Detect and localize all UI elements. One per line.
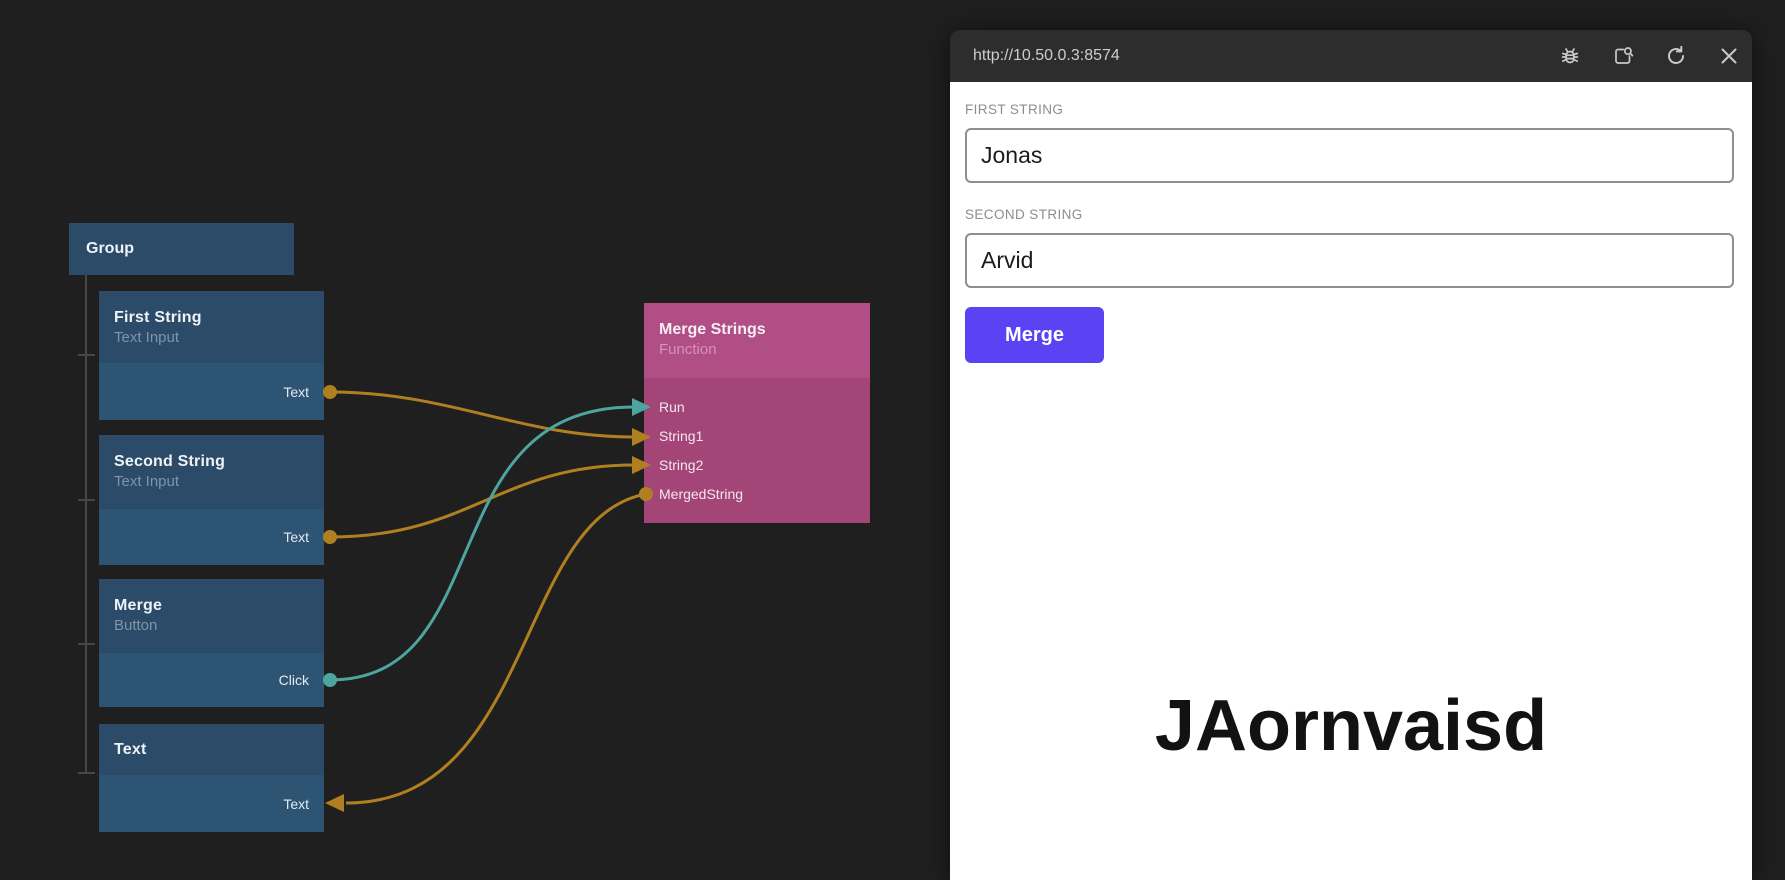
port-dot-secondstring-text[interactable] [323, 530, 337, 544]
node-subtitle: Text Input [114, 472, 324, 492]
node-group[interactable]: Group [69, 223, 294, 275]
node-title: Text [114, 739, 324, 760]
node-merge-button-ports: Click [99, 653, 324, 707]
node-title: Merge [114, 595, 324, 616]
preview-content: FIRST STRING SECOND STRING Merge JAornva… [950, 82, 1752, 880]
port-string2[interactable]: String2 [644, 450, 870, 479]
tree-connector-stub [78, 643, 95, 645]
close-icon[interactable] [1717, 44, 1741, 68]
merged-result-text: JAornvaisd [950, 685, 1752, 767]
node-second-string-ports: Text [99, 509, 324, 565]
refresh-icon[interactable] [1664, 44, 1688, 68]
node-merge-strings-ports: Run String1 String2 MergedString [644, 378, 870, 523]
wire-mergedstring-to-text [346, 494, 646, 803]
node-group-title: Group [86, 240, 134, 258]
port-dot-firststring-text[interactable] [323, 385, 337, 399]
port-label-text-input[interactable]: Text [283, 796, 309, 812]
second-string-label: SECOND STRING [965, 207, 1083, 222]
node-title: First String [114, 307, 324, 328]
tree-connector-vertical [85, 275, 87, 773]
tree-connector-stub [78, 499, 95, 501]
node-second-string[interactable]: Second String Text Input Text [99, 435, 324, 565]
node-merge-button[interactable]: Merge Button Click [99, 579, 324, 707]
node-merge-button-header: Merge Button [99, 579, 324, 653]
wire-firststring-to-string1 [330, 392, 634, 437]
preview-header: http://10.50.0.3:8574 [950, 30, 1752, 82]
port-mergedstring[interactable]: MergedString [644, 479, 870, 508]
port-dot-merge-click[interactable] [323, 673, 337, 687]
preview-panel: http://10.50.0.3:8574 [950, 30, 1752, 880]
tree-connector-stub [78, 772, 95, 774]
node-title: Second String [114, 451, 324, 472]
node-subtitle: Text Input [114, 328, 324, 348]
port-string1[interactable]: String1 [644, 421, 870, 450]
port-label-text-output[interactable]: Text [283, 384, 309, 400]
second-string-input[interactable] [965, 233, 1734, 288]
node-merge-strings[interactable]: Merge Strings Function Run String1 Strin… [644, 303, 870, 523]
merge-button[interactable]: Merge [965, 307, 1104, 363]
wire-secondstring-to-string2 [330, 465, 634, 537]
first-string-label: FIRST STRING [965, 102, 1063, 117]
open-preview-icon[interactable] [1611, 44, 1635, 68]
node-merge-strings-header: Merge Strings Function [644, 303, 870, 378]
wire-click-to-run [330, 407, 634, 680]
node-first-string-ports: Text [99, 363, 324, 420]
debug-icon[interactable] [1558, 44, 1582, 68]
port-label-click-output[interactable]: Click [279, 672, 309, 688]
node-text-ports: Text [99, 775, 324, 832]
node-first-string-header: First String Text Input [99, 291, 324, 363]
port-label-text-output[interactable]: Text [283, 529, 309, 545]
node-first-string[interactable]: First String Text Input Text [99, 291, 324, 420]
node-second-string-header: Second String Text Input [99, 435, 324, 509]
tree-connector-stub [78, 354, 95, 356]
app-window: Group First String Text Input Text Secon… [0, 0, 1785, 880]
first-string-input[interactable] [965, 128, 1734, 183]
preview-header-icons [1558, 44, 1752, 68]
node-text-header: Text [99, 724, 324, 775]
node-subtitle: Button [114, 616, 324, 636]
url-text: http://10.50.0.3:8574 [950, 47, 1558, 65]
node-text[interactable]: Text Text [99, 724, 324, 832]
node-title: Merge Strings [659, 319, 870, 340]
node-subtitle: Function [659, 340, 870, 360]
arrow-text-input [325, 794, 344, 812]
port-run[interactable]: Run [644, 392, 870, 421]
